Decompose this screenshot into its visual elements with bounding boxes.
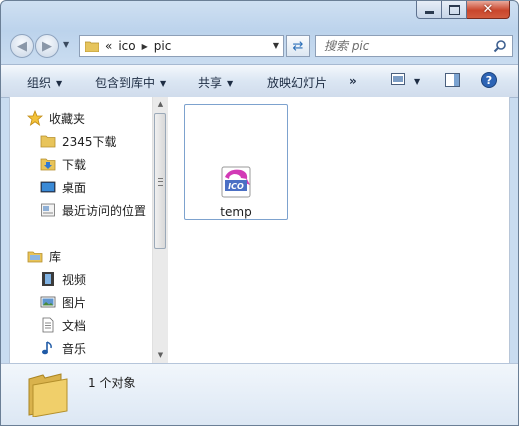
folder-icon (40, 135, 56, 148)
videos-icon (42, 272, 54, 286)
search-box[interactable] (315, 35, 513, 57)
search-icon[interactable] (493, 39, 507, 53)
search-input[interactable] (324, 39, 484, 53)
organize-menu[interactable]: 组织 ▼ (27, 74, 62, 91)
details-status: 1 个对象 (88, 376, 136, 390)
back-arrow-icon: ◀ (17, 38, 27, 54)
view-dropdown-icon[interactable]: ▼ (414, 77, 420, 86)
address-bar[interactable]: « ico ▶ pic ▼ (79, 35, 284, 57)
command-bar: 组织 ▼ 包含到库中 ▼ 共享 ▼ 放映幻灯片 » ▼ ? (1, 64, 518, 98)
more-commands-button[interactable]: » (349, 74, 357, 88)
documents-icon (42, 317, 54, 333)
caption-buttons: ✕ (416, 1, 510, 19)
address-separator-icon[interactable]: ▶ (142, 42, 148, 51)
nav-item-downloads[interactable]: 下载 (40, 154, 86, 174)
nav-item-label: 2345下载 (62, 134, 117, 149)
help-icon: ? (481, 72, 497, 88)
nav-favorites[interactable]: 收藏夹 (27, 108, 85, 128)
view-icon (391, 73, 405, 85)
folder-icon (28, 373, 68, 417)
desktop-icon (40, 181, 56, 193)
nav-item-recent-places[interactable]: 最近访问的位置 (40, 200, 146, 220)
forward-button[interactable]: ▶ (35, 34, 59, 58)
nav-libraries[interactable]: 库 (27, 246, 61, 266)
file-item-temp[interactable]: ICO temp (184, 104, 288, 220)
explorer-window: ✕ ◀ ▶ ▼ « ico ▶ pic ▼ ⇄ 搜索 pic 组织 ▼ 包含到库… (0, 0, 519, 426)
navigation-pane: 收藏夹 2345下载 下载 桌面 最近访问的位置 库 视频 图片 文档 音乐 (10, 97, 152, 363)
svg-text:?: ? (486, 74, 492, 87)
nav-item-label: 文档 (62, 318, 87, 333)
ico-file-icon: ICO (221, 166, 251, 198)
minimize-button[interactable] (416, 1, 442, 19)
nav-pane-scrollbar[interactable]: ▲ ▼ (152, 97, 168, 363)
forward-arrow-icon: ▶ (42, 38, 52, 54)
include-in-library-label: 包含到库中 (95, 76, 156, 90)
scroll-thumb[interactable] (154, 113, 166, 249)
nav-libraries-label: 库 (49, 249, 62, 264)
preview-pane-button[interactable] (445, 73, 460, 90)
share-label: 共享 (198, 76, 223, 90)
nav-item-label: 桌面 (62, 180, 87, 195)
recent-places-icon (41, 203, 55, 217)
chevron-down-icon: ▼ (160, 79, 167, 88)
downloads-icon (40, 158, 56, 171)
nav-item-label: 下载 (62, 157, 87, 172)
music-icon (42, 341, 52, 355)
refresh-button[interactable]: ⇄ (286, 35, 310, 57)
maximize-button[interactable] (442, 1, 467, 19)
back-button[interactable]: ◀ (10, 34, 34, 58)
ico-badge-text: ICO (228, 182, 244, 191)
close-icon: ✕ (482, 2, 494, 17)
refresh-icon: ⇄ (292, 38, 304, 54)
pictures-icon (40, 296, 56, 308)
maximize-icon (448, 4, 460, 15)
address-segment-pic[interactable]: pic (154, 39, 172, 53)
star-icon (27, 110, 43, 126)
nav-item-pictures[interactable]: 图片 (40, 292, 86, 312)
recent-pages-dropdown[interactable]: ▼ (63, 40, 69, 49)
nav-item-music[interactable]: 音乐 (40, 338, 86, 358)
change-view-button[interactable]: ▼ (391, 73, 420, 88)
minimize-icon (424, 11, 434, 14)
nav-favorites-label: 收藏夹 (49, 111, 86, 126)
chevron-down-icon: ▼ (56, 79, 63, 88)
nav-item-2345-downloads[interactable]: 2345下载 (40, 131, 117, 151)
nav-item-label: 图片 (62, 295, 87, 310)
more-label: » (349, 74, 357, 88)
address-dropdown-icon[interactable]: ▼ (273, 41, 279, 50)
nav-item-label: 最近访问的位置 (62, 203, 147, 218)
content-area: 收藏夹 2345下载 下载 桌面 最近访问的位置 库 视频 图片 文档 音乐 ▲… (9, 97, 510, 364)
nav-item-desktop[interactable]: 桌面 (40, 177, 86, 197)
chevron-down-icon: ▼ (227, 79, 234, 88)
close-button[interactable]: ✕ (467, 1, 510, 19)
address-segment-ico[interactable]: ico (118, 39, 135, 53)
help-button[interactable]: ? (481, 72, 497, 91)
nav-item-videos[interactable]: 视频 (40, 269, 86, 289)
share-menu[interactable]: 共享 ▼ (198, 74, 233, 91)
slideshow-button[interactable]: 放映幻灯片 (267, 74, 327, 91)
folder-icon (85, 41, 99, 52)
nav-item-label: 视频 (62, 272, 87, 287)
details-pane: 1 个对象 (1, 363, 518, 425)
scroll-up-icon[interactable]: ▲ (153, 97, 168, 112)
file-list: ICO temp (168, 97, 509, 363)
slideshow-label: 放映幻灯片 (267, 76, 328, 90)
nav-item-label: 音乐 (62, 341, 87, 356)
grip-icon (158, 178, 163, 186)
file-name: temp (220, 205, 252, 219)
navigation-row: ◀ ▶ ▼ « ico ▶ pic ▼ ⇄ (10, 33, 513, 59)
include-in-library-menu[interactable]: 包含到库中 ▼ (95, 74, 166, 91)
preview-pane-icon (445, 73, 460, 87)
organize-label: 组织 (27, 76, 52, 90)
library-icon (27, 251, 43, 263)
address-overflow[interactable]: « (105, 39, 112, 53)
nav-item-documents[interactable]: 文档 (40, 315, 86, 335)
scroll-down-icon[interactable]: ▼ (153, 348, 168, 363)
